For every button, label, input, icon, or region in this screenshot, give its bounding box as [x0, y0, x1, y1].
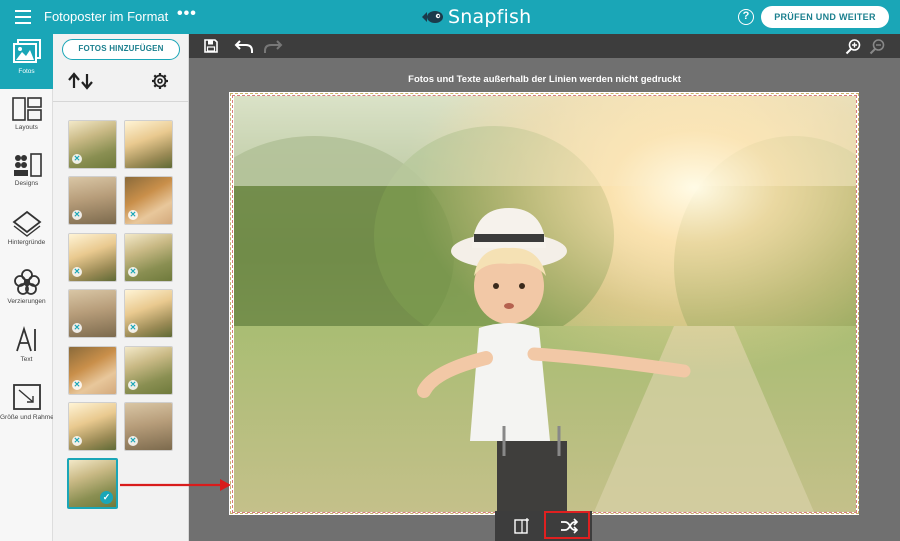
- rail-item-photos[interactable]: Fotos: [0, 34, 53, 89]
- fish-logo-icon: [422, 11, 443, 23]
- photo-thumbnail[interactable]: ✕: [124, 233, 173, 282]
- print-area-notice: Fotos und Texte außerhalb der Linien wer…: [408, 74, 681, 85]
- undo-icon[interactable]: [234, 38, 254, 54]
- used-photo-icon: ✕: [128, 210, 138, 220]
- photos-icon: [12, 39, 41, 63]
- used-photo-icon: ✕: [72, 380, 82, 390]
- help-icon[interactable]: ?: [738, 9, 754, 25]
- layouts-icon: [11, 97, 42, 121]
- replace-photo-icon[interactable]: [513, 517, 531, 535]
- photo-thumbnail[interactable]: ✕: [124, 402, 173, 451]
- panel-divider: [53, 101, 189, 102]
- photo-thumbnail[interactable]: ✕: [124, 289, 173, 338]
- zoom-out-icon[interactable]: [869, 38, 886, 55]
- used-photo-icon: ✕: [128, 380, 138, 390]
- rail-item-designs[interactable]: Designs: [0, 152, 53, 187]
- sort-arrows-icon[interactable]: [67, 72, 95, 90]
- rail-label-size-frames: Größe und Rahmen: [0, 414, 58, 421]
- tool-rail: Fotos Layouts Designs Hintergründe Verzi…: [0, 34, 58, 541]
- redo-icon[interactable]: [263, 38, 283, 54]
- used-photo-icon: ✕: [72, 436, 82, 446]
- backgrounds-icon: [12, 210, 41, 237]
- text-icon: [15, 326, 36, 352]
- used-photo-icon: ✕: [128, 267, 138, 277]
- photo-thumbnail-selected[interactable]: ✓: [67, 458, 118, 509]
- brand-name: Snapfish: [448, 6, 532, 28]
- photos-panel: FOTOS HINZUFÜGEN ✕ ✕ ✕ ✕ ✕ ✕ ✕ ✕ ✕ ✕ ✕ ✓: [53, 34, 189, 541]
- photo-tools-bar: [495, 511, 592, 541]
- photo-thumbnail[interactable]: ✕: [68, 402, 117, 451]
- used-photo-icon: ✕: [128, 436, 138, 446]
- size-frame-icon: [12, 384, 41, 410]
- rail-item-backgrounds[interactable]: Hintergründe: [0, 209, 53, 246]
- photo-thumbnail[interactable]: ✕: [68, 233, 117, 282]
- rail-item-size-frames[interactable]: Größe und Rahmen: [0, 382, 58, 421]
- top-bar: Fotoposter im Format 3... ••• Snapfish ?…: [0, 0, 900, 34]
- zoom-in-icon[interactable]: [845, 38, 862, 55]
- editor-toolbar: [189, 34, 900, 58]
- shuffle-icon[interactable]: [559, 517, 579, 535]
- photo-thumbnail[interactable]: [124, 120, 173, 169]
- embellishments-icon: [13, 269, 40, 295]
- rail-label-backgrounds: Hintergründe: [7, 239, 46, 246]
- photo-thumbnail[interactable]: ✕: [68, 176, 117, 225]
- rail-label-designs: Designs: [14, 180, 39, 187]
- used-photo-icon: ✕: [72, 323, 82, 333]
- used-photo-icon: ✕: [72, 154, 82, 164]
- rail-label-photos: Fotos: [18, 68, 35, 75]
- project-title[interactable]: Fotoposter im Format 3...: [44, 9, 170, 24]
- photo-thumbnail[interactable]: ✕: [124, 176, 173, 225]
- brand-logo: Snapfish: [420, 4, 531, 30]
- poster-photo[interactable]: [234, 96, 856, 512]
- rail-label-layouts: Layouts: [15, 124, 38, 131]
- photo-thumbnail[interactable]: ✕: [68, 120, 117, 169]
- child-photo-illustration: [234, 96, 856, 512]
- gear-icon[interactable]: [151, 72, 169, 90]
- photo-thumbnail[interactable]: ✕: [68, 346, 117, 395]
- more-options-icon[interactable]: •••: [177, 5, 197, 23]
- photo-thumbnail[interactable]: ✕: [124, 346, 173, 395]
- used-photo-icon: ✕: [72, 210, 82, 220]
- used-photo-icon: ✕: [72, 267, 82, 277]
- rail-item-layouts[interactable]: Layouts: [0, 96, 53, 131]
- designs-icon: [13, 153, 42, 177]
- rail-label-embellishments: Verzierungen: [7, 298, 46, 305]
- used-photo-icon: ✕: [128, 323, 138, 333]
- checkmark-icon: ✓: [100, 491, 113, 504]
- rail-label-text: Text: [20, 356, 33, 363]
- rail-item-text[interactable]: Text: [0, 326, 53, 363]
- photo-thumbnail[interactable]: ✕: [68, 289, 117, 338]
- review-continue-button[interactable]: PRÜFEN UND WEITER: [761, 6, 889, 28]
- rail-item-embellishments[interactable]: Verzierungen: [0, 268, 53, 305]
- save-icon[interactable]: [203, 38, 219, 54]
- annotation-arrow-icon: [120, 479, 231, 491]
- add-photos-button[interactable]: FOTOS HINZUFÜGEN: [62, 39, 180, 60]
- menu-icon[interactable]: [15, 10, 31, 24]
